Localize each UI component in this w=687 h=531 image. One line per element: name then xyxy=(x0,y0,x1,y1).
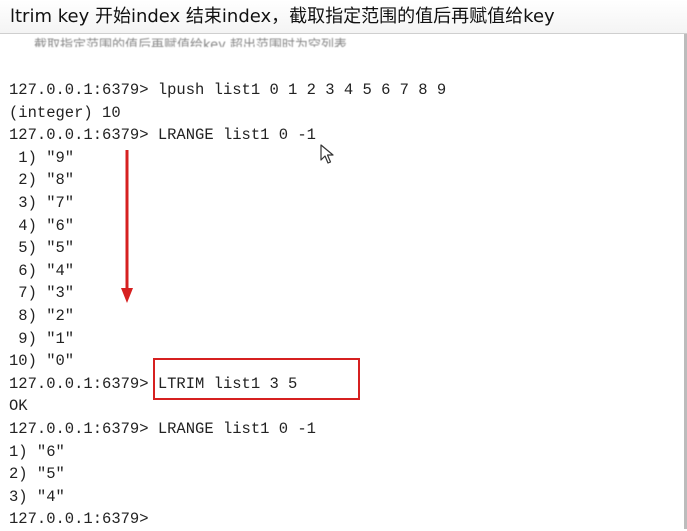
output-line: 3) "4" xyxy=(9,486,687,509)
output-line: 9) "1" xyxy=(9,328,687,351)
output-line: 7) "3" xyxy=(9,282,687,305)
output-text: 1) "6" xyxy=(9,442,65,461)
command-line: 127.0.0.1:6379> xyxy=(9,508,687,531)
output-text: 6) "4" xyxy=(9,261,75,280)
command-line: 127.0.0.1:6379> LRANGE list1 0 -1 xyxy=(9,124,687,147)
output-text: 2) "5" xyxy=(9,465,65,484)
prompt-text: 127.0.0.1:6379> xyxy=(9,510,158,529)
output-line: 6) "4" xyxy=(9,260,687,283)
output-text: 5) "5" xyxy=(9,239,75,258)
output-line: 8) "2" xyxy=(9,305,687,328)
output-text: 10) "0" xyxy=(9,352,75,371)
prompt-text: 127.0.0.1:6379> xyxy=(9,419,158,438)
down-arrow-annotation-icon xyxy=(121,150,133,303)
output-line: 2) "5" xyxy=(9,463,687,486)
command-line: 127.0.0.1:6379> LRANGE list1 0 -1 xyxy=(9,418,687,441)
output-text: 3) "7" xyxy=(9,193,75,212)
output-text: 1) "9" xyxy=(9,148,75,167)
mouse-cursor-icon xyxy=(320,144,334,164)
ltrim-highlight-box xyxy=(153,358,360,400)
command-line: 127.0.0.1:6379> lpush list1 0 1 2 3 4 5 … xyxy=(9,79,687,102)
output-text: 4) "6" xyxy=(9,216,75,235)
output-text: 2) "8" xyxy=(9,171,75,190)
output-text: OK xyxy=(9,397,28,416)
output-line: 2) "8" xyxy=(9,169,687,192)
command-text: LRANGE list1 0 -1 xyxy=(157,419,316,438)
title-text: ltrim key 开始index 结束index，截取指定范围的值后再赋值给k… xyxy=(10,6,555,27)
output-text: 8) "2" xyxy=(9,306,75,325)
output-line: (integer) 10 xyxy=(9,102,687,125)
output-line: 3) "7" xyxy=(9,192,687,215)
output-line: 4) "6" xyxy=(9,215,687,238)
output-line: 5) "5" xyxy=(9,237,687,260)
prompt-text: 127.0.0.1:6379> xyxy=(9,81,158,99)
clipped-text-line: ……截取指定范围的值后再赋值给key 超出范围时为空列表 xyxy=(8,38,347,47)
output-text: 7) "3" xyxy=(9,284,75,303)
prompt-text: 127.0.0.1:6379> xyxy=(9,374,158,393)
title-bar: ltrim key 开始index 结束index，截取指定范围的值后再赋值给k… xyxy=(0,0,687,34)
terminal-output[interactable]: 127.0.0.1:6379> lpush list1 0 1 2 3 4 5 … xyxy=(9,79,687,531)
output-text: 9) "1" xyxy=(9,329,75,348)
output-text: 3) "4" xyxy=(9,487,65,506)
output-line: 1) "6" xyxy=(9,441,687,464)
output-text: (integer) 10 xyxy=(9,103,121,122)
command-text: LRANGE list1 0 -1 xyxy=(157,126,316,145)
command-text: lpush list1 0 1 2 3 4 5 6 7 8 9 xyxy=(157,81,447,99)
prompt-text: 127.0.0.1:6379> xyxy=(9,126,158,145)
output-line: 1) "9" xyxy=(9,147,687,170)
